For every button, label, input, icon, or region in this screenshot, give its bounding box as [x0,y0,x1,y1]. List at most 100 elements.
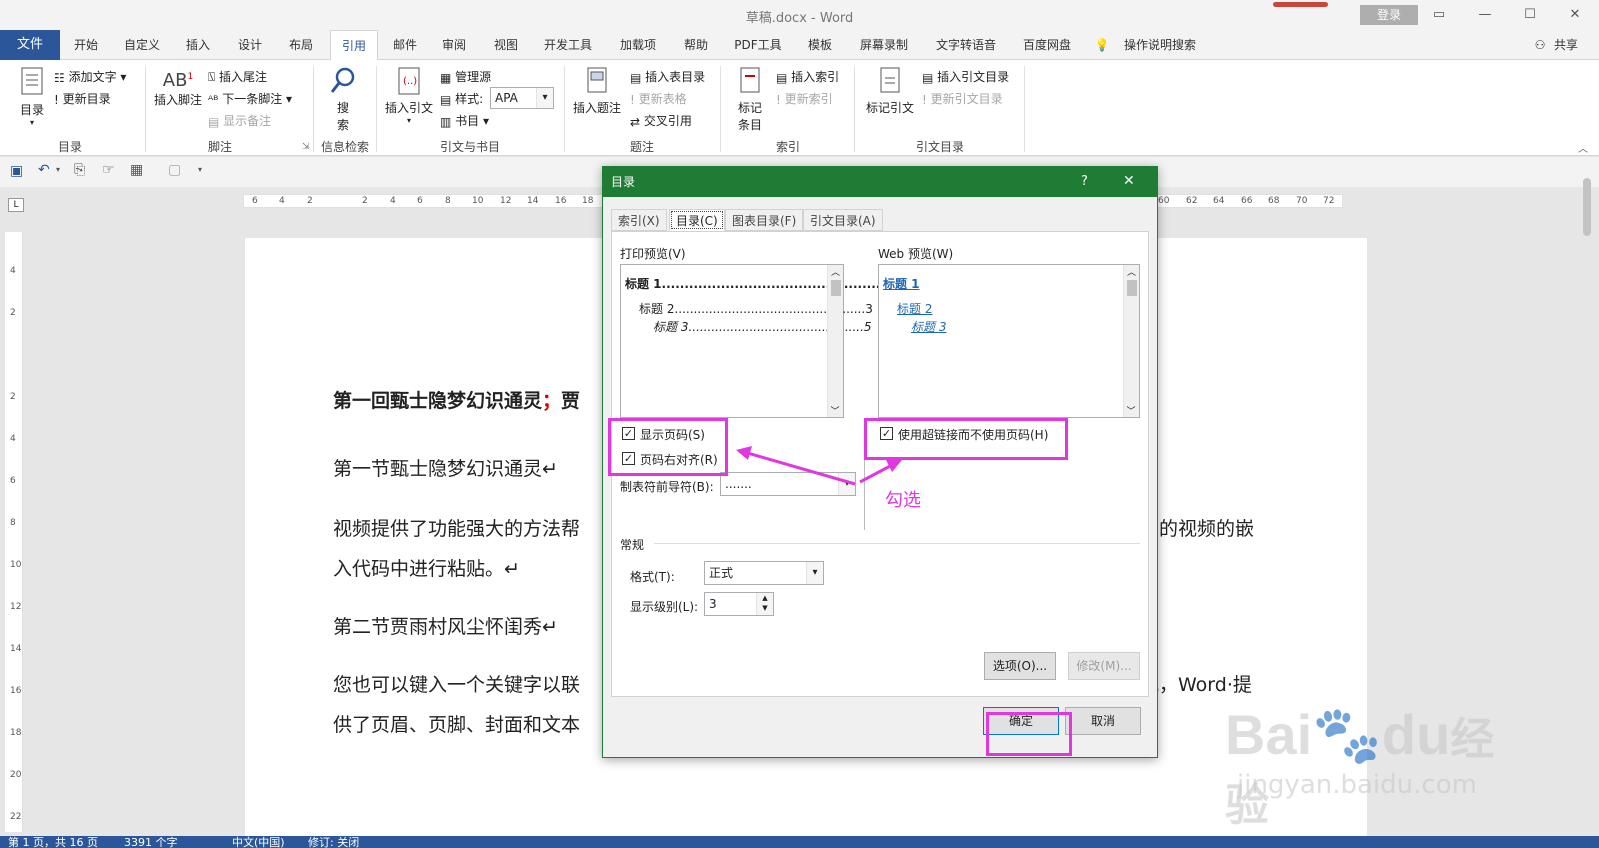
vertical-ruler[interactable]: 4 2 2 4 6 8 10 12 14 16 18 20 22 [5,232,23,832]
modify-button[interactable]: 修改(M)... [1068,652,1140,680]
insert-footnote-button[interactable]: AB1 插入脚注 [152,70,204,108]
close-window-icon[interactable]: ✕ [1560,4,1590,26]
web-preview-box: 标题 1 标题 2 标题 3 ︿ ﹀ [878,264,1140,418]
tab-toa[interactable]: 引文目录(A) [803,209,883,231]
tab-baidu-pan[interactable]: 百度网盘 [1012,30,1082,60]
tab-screen-record[interactable]: 屏幕录制 [850,30,918,60]
tab-references[interactable]: 引用 [330,30,378,60]
tab-view[interactable]: 视图 [484,30,528,60]
tab-help[interactable]: 帮助 [674,30,718,60]
page-count[interactable]: 第 1 页，共 16 页 [8,834,98,848]
ribbon-tabs: 文件 开始 自定义 插入 设计 布局 引用 邮件 审阅 视图 开发工具 加载项 … [0,30,1599,60]
chevron-down-icon[interactable]: ﹀ [828,404,842,417]
search-button[interactable]: 搜 索 [328,66,358,133]
chevron-up-icon[interactable]: ︿ [1124,265,1139,278]
close-icon[interactable]: ✕ [1123,173,1135,189]
language[interactable]: 中文(中国) [232,834,285,848]
scroll-thumb[interactable] [830,280,841,296]
tab-developer[interactable]: 开发工具 [536,30,600,60]
mark-citation-button[interactable]: 标记引文 [862,66,918,116]
copy-format-icon[interactable]: ⎘ [74,162,85,178]
tab-tts[interactable]: 文字转语音 [926,30,1006,60]
share-button[interactable]: 共享 [1550,30,1582,60]
help-icon[interactable]: ? [1081,174,1088,189]
tab-design[interactable]: 设计 [228,30,272,60]
maximize-icon[interactable]: ☐ [1515,4,1545,26]
paragraph-1c[interactable]: 入代码中进行粘贴。↵ [333,554,520,581]
section-1[interactable]: 第一节甄士隐梦幻识通灵↵ [333,454,558,481]
ruler-tick: 60 [1158,196,1170,206]
update-toa-button[interactable]: ! 更新引文目录 [922,90,1003,107]
chevron-up-icon[interactable]: ︿ [828,265,843,278]
ruler-tick: 6 [10,476,16,486]
paragraph-1a[interactable]: 视频提供了功能强大的方法帮 [333,514,580,541]
insert-endnote-button[interactable]: ⍂ 插入尾注 [208,68,267,85]
tab-review[interactable]: 审阅 [432,30,476,60]
tab-pdf[interactable]: PDF工具 [726,30,790,60]
preview-h1-dots: ........................................… [661,277,908,291]
watermark-brand: Bai [1225,703,1313,766]
new-doc-icon[interactable]: ▢ [168,162,181,178]
next-footnote-button[interactable]: ᴬᴮ 下一条脚注 ▾ [208,90,292,107]
insert-index-button[interactable]: ▤ 插入索引 [776,68,839,85]
touch-mode-icon[interactable]: ☞ [102,162,115,178]
mark-entry-button[interactable]: 标记 条目 [728,66,772,133]
cross-reference-button[interactable]: ⇄ 交叉引用 [630,112,692,129]
ribbon-display-icon[interactable]: ▭ [1424,4,1454,26]
add-text-button[interactable]: ☷ 添加文字 ▾ [54,68,126,85]
tab-toc[interactable]: 目录(C) [669,209,725,231]
levels-stepper[interactable]: 3 ▲ ▼ [704,592,774,616]
cancel-button[interactable]: 取消 [1065,707,1141,735]
scroll-thumb[interactable] [1126,280,1137,296]
section-2[interactable]: 第二节贾雨村风尘怀闺秀↵ [333,612,558,639]
toc-button[interactable]: 目录 ▾ [14,66,50,127]
chevron-down-icon[interactable]: ▾ [56,165,60,174]
print-preview-scrollbar[interactable]: ︿ ﹀ [827,265,843,417]
customize-qat-icon[interactable]: ▾ [198,165,202,174]
show-notes-button[interactable]: ▤ 显示备注 [208,112,271,129]
paragraph-2a[interactable]: 您也可以键入一个关键字以联 [333,670,580,697]
insert-caption-button[interactable]: 插入题注 [572,66,622,116]
heading-1[interactable]: 第一回甄士隐梦幻识通灵；贾 [333,386,580,413]
chevron-down-icon[interactable]: ﹀ [1124,404,1138,417]
style-select[interactable]: APA ▾ [490,87,554,109]
tab-file[interactable]: 文件 [0,30,60,60]
tab-index[interactable]: 索引(X) [611,209,667,231]
save-icon[interactable]: ▣ [10,163,23,179]
manage-sources-button[interactable]: ▦ 管理源 [440,68,491,85]
dialog-launcher-icon[interactable]: ⇲ [302,142,310,152]
minimize-icon[interactable]: — [1470,4,1500,26]
undo-icon[interactable]: ↶ [38,162,50,178]
tab-mailings[interactable]: 邮件 [383,30,427,60]
update-table-button[interactable]: ! 更新表格 [630,90,687,107]
insert-tof-button[interactable]: ▤ 插入表目录 [630,68,705,85]
insert-citation-button[interactable]: (..) 插入引文 ▾ [384,66,434,125]
tab-home[interactable]: 开始 [62,30,110,60]
word-count[interactable]: 3391 个字 [124,834,178,848]
tab-addins[interactable]: 加载项 [610,30,666,60]
tab-insert[interactable]: 插入 [176,30,220,60]
web-preview-scrollbar[interactable]: ︿ ﹀ [1123,265,1139,417]
options-button[interactable]: 选项(O)... [984,652,1056,680]
vertical-scrollbar[interactable] [1583,178,1591,236]
update-index-button[interactable]: ! 更新索引 [776,90,833,107]
insert-toa-label: 插入引文目录 [937,70,1010,84]
tab-layout[interactable]: 布局 [279,30,323,60]
group-footnote-label: 脚注 [207,140,232,154]
update-toc-button[interactable]: ! 更新目录 [54,90,111,107]
stepper-arrows-icon[interactable]: ▲ ▼ [756,593,773,615]
tab-custom[interactable]: 自定义 [114,30,170,60]
tell-me-search[interactable]: 操作说明搜索 [1118,30,1202,60]
track-changes[interactable]: 修订: 关闭 [308,834,359,848]
login-button[interactable]: 登录 [1360,5,1418,25]
formats-select[interactable]: 正式 ▾ [704,561,824,585]
tab-table-of-figures[interactable]: 图表目录(F) [725,209,804,231]
paragraph-2c[interactable]: 供了页眉、页脚、封面和文本 [333,710,580,737]
update-table-label: 更新表格 [638,92,687,106]
collapse-ribbon-icon[interactable]: ︿ [1578,140,1588,155]
layout-icon[interactable]: ▦ [130,162,143,178]
insert-toa-button[interactable]: ▤ 插入引文目录 [922,68,1009,85]
bibliography-button[interactable]: ▥ 书目 ▾ [440,112,489,129]
tab-stop-selector[interactable]: L [8,198,24,212]
tab-template[interactable]: 模板 [798,30,842,60]
